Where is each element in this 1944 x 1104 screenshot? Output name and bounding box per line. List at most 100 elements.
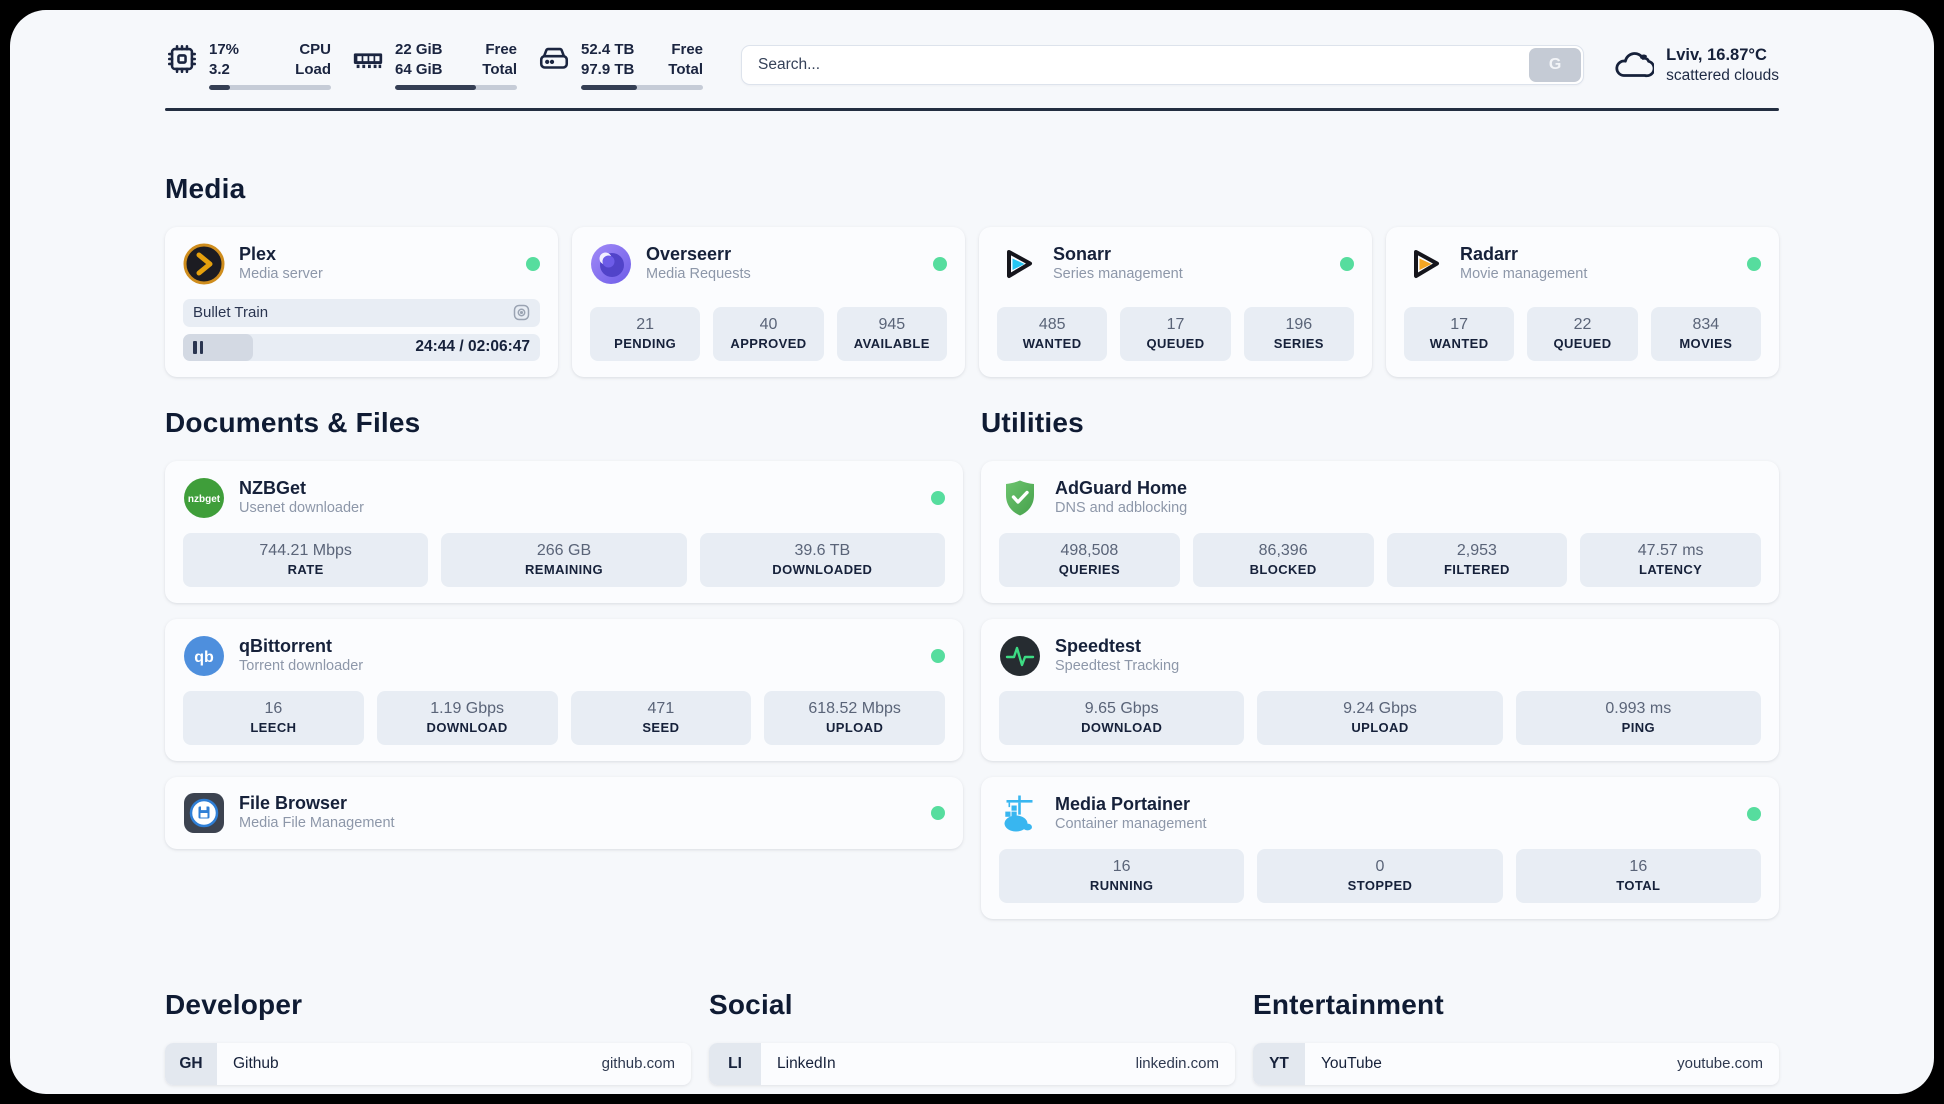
app-card-filebrowser[interactable]: File Browser Media File Management <box>165 776 963 849</box>
search-bar: G <box>741 45 1585 85</box>
svg-text:nzbget: nzbget <box>188 494 221 505</box>
nzbget-logo-icon: nzbget <box>184 477 224 518</box>
stat-download: 1.19 Gbps DOWNLOAD <box>376 690 558 745</box>
stat-blocked: 86,396 BLOCKED <box>1192 532 1374 587</box>
disk-widget: 52.4 TB 97.9 TB Free Total <box>537 40 703 90</box>
section-title-entertainment: Entertainment <box>1253 988 1444 1020</box>
memory-widget: 22 GiB 64 GiB Free Total <box>351 40 517 90</box>
ram-free: 22 GiB <box>395 41 443 58</box>
bookmark-url: github.com <box>601 1055 675 1072</box>
app-desc: Series management <box>1053 266 1183 283</box>
search-engine-button[interactable]: G <box>1529 48 1582 82</box>
cpu-percent: 17% <box>209 41 240 58</box>
stat-downloaded: 39.6 TB DOWNLOADED <box>699 532 945 587</box>
cpu-label-1: CPU <box>299 41 331 58</box>
weather-widget[interactable]: Lviv, 16.87°C scattered clouds <box>1612 44 1779 86</box>
app-card-qbittorrent[interactable]: qb qBittorrent Torrent downloader 16 LEEC… <box>165 618 963 761</box>
ram-progress-fill <box>395 85 476 90</box>
cpu-progress-fill <box>209 85 230 90</box>
bookmark-youtube[interactable]: YT YouTube youtube.com <box>1253 1042 1779 1085</box>
app-desc: Media Requests <box>646 266 751 283</box>
section-title-documents: Documents & Files <box>165 406 421 438</box>
app-desc: Media server <box>239 266 323 283</box>
stat-approved: 40 APPROVED <box>713 306 824 361</box>
cloud-icon <box>1615 52 1655 78</box>
app-name: Speedtest <box>1055 635 1142 656</box>
app-card-overseerr[interactable]: Overseerr Media Requests 21 PENDING 40 APP… <box>572 226 965 377</box>
section-title-media: Media <box>165 172 246 204</box>
section-title-developer: Developer <box>165 988 303 1020</box>
app-name: Plex <box>239 243 277 264</box>
stat-stopped: 0 STOPPED <box>1257 848 1503 903</box>
stat-movies: 834 MOVIES <box>1650 306 1761 361</box>
bookmark-url: linkedin.com <box>1135 1055 1219 1072</box>
bookmark-github[interactable]: GH Github github.com <box>165 1042 691 1085</box>
bookmark-linkedin[interactable]: LI LinkedIn linkedin.com <box>709 1042 1235 1085</box>
app-card-portainer[interactable]: Media Portainer Container management 16 R… <box>981 776 1779 919</box>
app-desc: Torrent downloader <box>239 658 364 675</box>
ram-label-2: Total <box>482 60 517 78</box>
app-desc: Container management <box>1055 816 1207 833</box>
app-card-plex[interactable]: Plex Media server Bullet Train 24:44 / 0… <box>165 226 558 377</box>
app-name: NZBGet <box>239 477 306 498</box>
stat-queued: 22 QUEUED <box>1527 306 1638 361</box>
stat-pending: 21 PENDING <box>590 306 701 361</box>
stat-running: 16 RUNNING <box>999 848 1245 903</box>
app-card-speedtest[interactable]: Speedtest Speedtest Tracking 9.65 Gbps DO… <box>981 618 1779 761</box>
app-name: Radarr <box>1460 243 1519 264</box>
status-online-dot <box>931 805 945 820</box>
disk-progress-bar <box>581 85 703 90</box>
status-online-dot <box>931 490 945 505</box>
stat-ping: 0.993 ms PING <box>1515 690 1761 745</box>
bookmark-abbr: LI <box>709 1042 761 1085</box>
session-camera-icon <box>513 304 530 321</box>
status-online-dot <box>526 256 540 271</box>
app-card-adguard[interactable]: AdGuard Home DNS and adblocking 498,508 Q… <box>981 460 1779 603</box>
stat-upload: 9.24 Gbps UPLOAD <box>1257 690 1503 745</box>
bookmark-name: Github <box>233 1054 279 1072</box>
playback-time: 24:44 / 02:06:47 <box>415 338 530 355</box>
stat-rate: 744.21 Mbps RATE <box>183 532 429 587</box>
disk-progress-fill <box>581 85 638 90</box>
stat-queued: 17 QUEUED <box>1120 306 1231 361</box>
stat-total: 16 TOTAL <box>1515 848 1761 903</box>
disk-label-1: Free <box>671 41 703 58</box>
stat-available: 945 AVAILABLE <box>836 306 947 361</box>
app-desc: DNS and adblocking <box>1055 500 1188 517</box>
app-desc: Speedtest Tracking <box>1055 658 1180 675</box>
section-title-utilities: Utilities <box>981 406 1084 438</box>
disk-label-2: Total <box>668 60 703 78</box>
app-card-radarr[interactable]: Radarr Movie management 17 WANTED 22 QUEUE… <box>1386 226 1779 377</box>
weather-location-temp: Lviv, 16.87°C <box>1666 46 1767 65</box>
cpu-label-2: Load <box>295 60 331 78</box>
pause-icon <box>193 340 203 354</box>
status-online-dot <box>1340 256 1354 271</box>
portainer-logo-icon <box>1004 795 1033 831</box>
disk-icon <box>539 47 569 69</box>
header-divider <box>165 108 1779 111</box>
cpu-progress-bar <box>209 85 331 90</box>
app-name: Sonarr <box>1053 243 1112 264</box>
stat-latency: 47.57 ms LATENCY <box>1580 532 1761 587</box>
stat-remaining: 266 GB REMAINING <box>441 532 687 587</box>
stat-wanted: 17 WANTED <box>1404 306 1515 361</box>
stat-queries: 498,508 QUERIES <box>999 532 1180 587</box>
search-input[interactable] <box>741 45 1585 85</box>
app-name: qBittorrent <box>239 635 332 656</box>
disk-free: 52.4 TB <box>581 41 635 58</box>
app-name: AdGuard Home <box>1055 477 1188 498</box>
dashboard-page: 17% 3.2 CPU Load 22 GiB 64 GiB Free Tota… <box>10 10 1934 1094</box>
app-desc: Usenet downloader <box>239 500 364 517</box>
status-online-dot <box>933 256 947 271</box>
stat-filtered: 2,953 FILTERED <box>1386 532 1568 587</box>
now-playing-title: Bullet Train <box>193 304 269 321</box>
section-title-social: Social <box>709 988 793 1020</box>
app-card-sonarr[interactable]: Sonarr Series management 485 WANTED 17 QUE… <box>979 226 1372 377</box>
speedtest-pulse-icon <box>1000 635 1040 676</box>
adguard-shield-icon <box>1006 480 1034 515</box>
app-card-nzbget[interactable]: nzbget NZBGet Usenet downloader 744.21 M… <box>165 460 963 603</box>
cpu-widget: 17% 3.2 CPU Load <box>165 40 331 90</box>
qbittorrent-logo-icon: qb <box>184 635 224 676</box>
stat-upload: 618.52 Mbps UPLOAD <box>764 690 945 745</box>
weather-condition: scattered clouds <box>1666 66 1779 84</box>
